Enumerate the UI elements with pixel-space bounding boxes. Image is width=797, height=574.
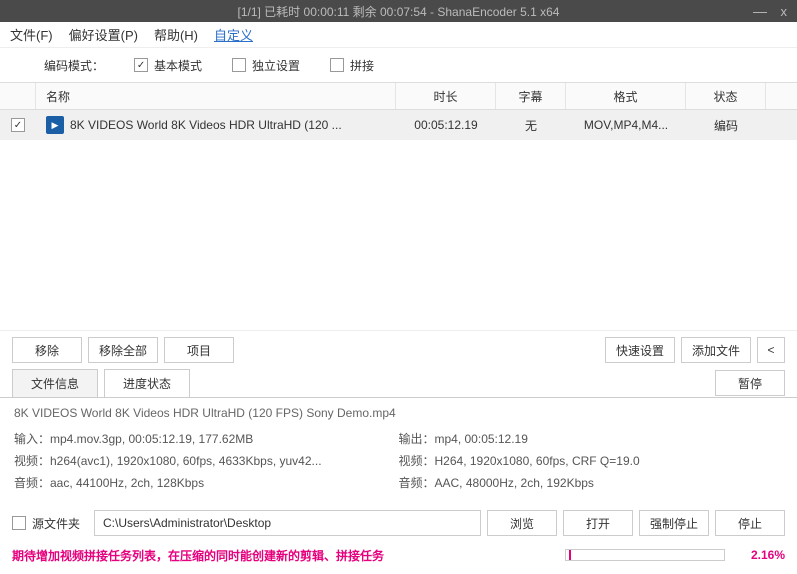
row-checkbox[interactable]: ✓ — [0, 110, 36, 140]
action-buttons-row: 移除 移除全部 项目 快速设置 添加文件 < — [0, 330, 797, 369]
stop-button[interactable]: 停止 — [715, 510, 785, 536]
browse-button[interactable]: 浏览 — [487, 510, 557, 536]
titlebar-text: [1/1] 已耗时 00:00:11 剩余 00:07:54 - ShanaEn… — [0, 3, 797, 20]
add-file-button[interactable]: 添加文件 — [681, 337, 751, 363]
col-checkbox — [0, 83, 36, 109]
col-name[interactable]: 名称 — [36, 83, 396, 109]
menu-file[interactable]: 文件(F) — [10, 25, 53, 44]
checkbox-checked-icon: ✓ — [134, 58, 148, 72]
pause-button[interactable]: 暂停 — [715, 370, 785, 396]
remove-all-button[interactable]: 移除全部 — [88, 337, 158, 363]
progress-percent: 2.16% — [735, 548, 785, 562]
video-file-icon: ▶ — [46, 116, 64, 134]
status-message: 期待增加视频拼接任务列表，在压缩的同时能创建新的剪辑、拼接任务 — [12, 547, 384, 564]
close-button[interactable]: x — [781, 4, 788, 19]
encode-mode-label: 编码模式： — [44, 57, 104, 74]
menu-preferences[interactable]: 偏好设置(P) — [69, 25, 138, 44]
list-row[interactable]: ✓ ▶ 8K VIDEOS World 8K Videos HDR UltraH… — [0, 110, 797, 140]
progress-bar — [565, 549, 725, 561]
col-duration[interactable]: 时长 — [396, 83, 496, 109]
col-subtitle[interactable]: 字幕 — [496, 83, 566, 109]
row-format: MOV,MP4,M4... — [566, 110, 686, 140]
info-panel: 8K VIDEOS World 8K Videos HDR UltraHD (1… — [0, 397, 797, 504]
row-name: ▶ 8K VIDEOS World 8K Videos HDR UltraHD … — [36, 110, 396, 140]
input-audio: 音频：aac, 44100Hz, 2ch, 128Kbps — [14, 472, 399, 494]
mode-concat[interactable]: 拼接 — [330, 57, 374, 74]
output-audio: 音频：AAC, 48000Hz, 2ch, 192Kbps — [399, 472, 784, 494]
menu-help[interactable]: 帮助(H) — [154, 25, 198, 44]
quick-settings-button[interactable]: 快速设置 — [605, 337, 675, 363]
status-bar: 期待增加视频拼接任务列表，在压缩的同时能创建新的剪辑、拼接任务 2.16% — [0, 542, 797, 568]
menu-custom[interactable]: 自定义 — [214, 25, 253, 44]
tab-progress[interactable]: 进度状态 — [104, 369, 190, 397]
checkbox-icon — [232, 58, 246, 72]
row-subtitle: 无 — [496, 110, 566, 140]
source-folder-checkbox[interactable] — [12, 516, 26, 530]
output-video: 视频：H264, 1920x1080, 60fps, CRF Q=19.0 — [399, 450, 784, 472]
output-container: 输出：mp4, 00:05:12.19 — [399, 428, 784, 450]
source-folder-input[interactable]: C:\Users\Administrator\Desktop — [94, 510, 481, 536]
source-folder-label: 源文件夹 — [32, 515, 88, 532]
checkbox-icon — [330, 58, 344, 72]
list-empty-area[interactable] — [0, 140, 797, 330]
minimize-button[interactable]: — — [753, 3, 767, 19]
mode-basic[interactable]: ✓ 基本模式 — [134, 57, 202, 74]
encode-mode-bar: 编码模式： ✓ 基本模式 独立设置 拼接 — [0, 48, 797, 82]
project-button[interactable]: 项目 — [164, 337, 234, 363]
progress-fill — [569, 550, 571, 560]
row-status: 编码 — [686, 110, 766, 140]
tab-bar: 文件信息 进度状态 暂停 — [0, 369, 797, 397]
output-info-col: 输出：mp4, 00:05:12.19 视频：H264, 1920x1080, … — [399, 428, 784, 494]
remove-button[interactable]: 移除 — [12, 337, 82, 363]
collapse-button[interactable]: < — [757, 337, 785, 363]
file-name-text: 8K VIDEOS World 8K Videos HDR UltraHD (1… — [14, 406, 783, 420]
force-stop-button[interactable]: 强制停止 — [639, 510, 709, 536]
source-folder-row: 源文件夹 C:\Users\Administrator\Desktop 浏览 打… — [0, 504, 797, 542]
open-button[interactable]: 打开 — [563, 510, 633, 536]
mode-independent[interactable]: 独立设置 — [232, 57, 300, 74]
col-format[interactable]: 格式 — [566, 83, 686, 109]
tab-file-info[interactable]: 文件信息 — [12, 369, 98, 397]
list-header: 名称 时长 字幕 格式 状态 — [0, 82, 797, 110]
titlebar: [1/1] 已耗时 00:00:11 剩余 00:07:54 - ShanaEn… — [0, 0, 797, 22]
input-container: 输入：mp4.mov.3gp, 00:05:12.19, 177.62MB — [14, 428, 399, 450]
col-status[interactable]: 状态 — [686, 83, 766, 109]
row-duration: 00:05:12.19 — [396, 110, 496, 140]
input-video: 视频：h264(avc1), 1920x1080, 60fps, 4633Kbp… — [14, 450, 399, 472]
input-info-col: 输入：mp4.mov.3gp, 00:05:12.19, 177.62MB 视频… — [14, 428, 399, 494]
menubar: 文件(F) 偏好设置(P) 帮助(H) 自定义 — [0, 22, 797, 48]
